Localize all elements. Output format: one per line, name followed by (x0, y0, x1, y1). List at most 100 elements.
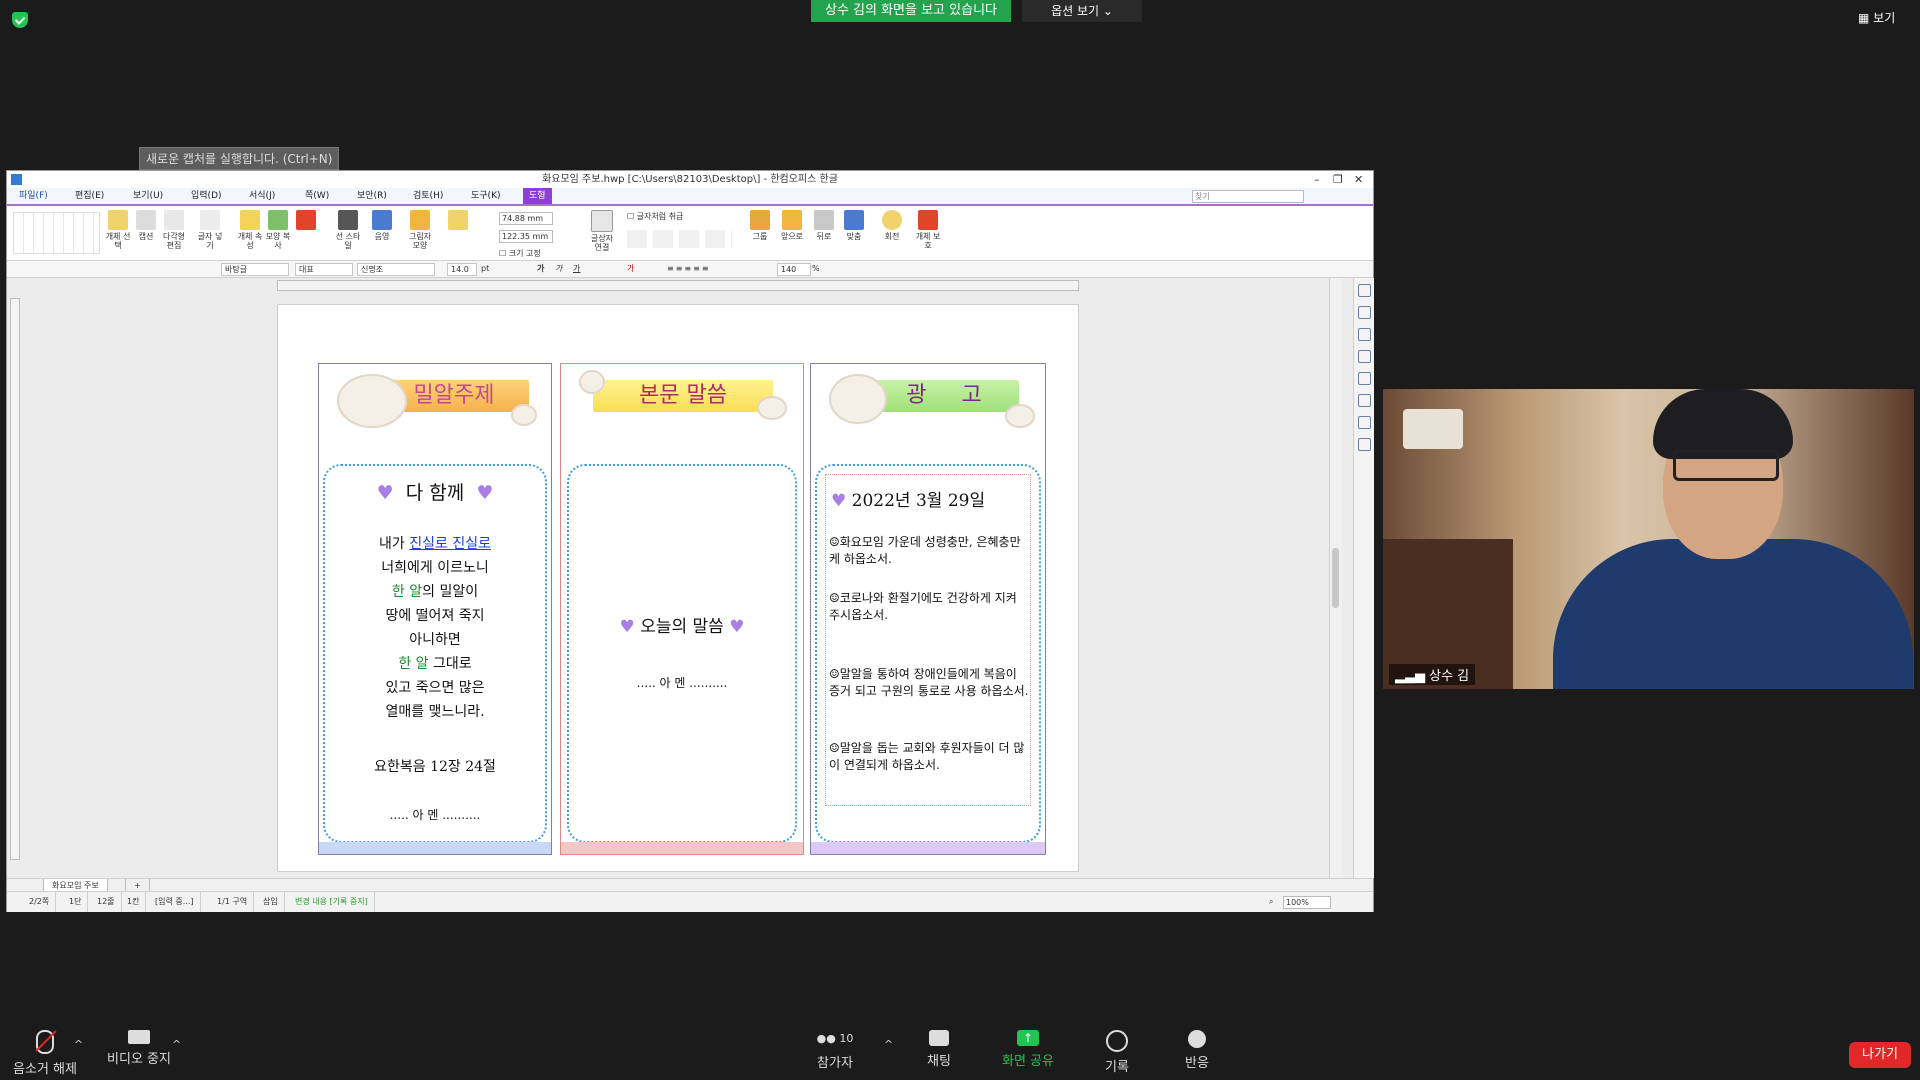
video-options-caret[interactable]: ^ (172, 1038, 181, 1051)
align-buttons[interactable]: ≡≡≡≡≡ (667, 261, 711, 277)
width-input[interactable]: 74.88 mm (499, 212, 553, 225)
participants-button[interactable]: ●● 10 참가자 (790, 1030, 880, 1071)
list-icon[interactable] (1358, 306, 1371, 319)
group-button[interactable]: 그룹 (745, 210, 775, 241)
panel-icon[interactable] (1358, 284, 1371, 297)
participant-count: 10 (839, 1032, 854, 1045)
menu-edit[interactable]: 편집(E) (75, 188, 104, 204)
zoom-level-select[interactable]: 100% (1283, 896, 1331, 909)
polygon-edit-button[interactable]: 다각형 편집 (159, 210, 189, 250)
menu-file[interactable]: 파일(F) (19, 188, 48, 204)
scroll-thumb[interactable] (1332, 548, 1339, 608)
video-camera-icon (128, 1030, 150, 1044)
record-button[interactable]: 기록 (1072, 1030, 1162, 1075)
amen-middle: ..... 아 멘 .......... (636, 676, 728, 690)
play-icon[interactable] (1358, 394, 1371, 407)
fix-size-checkbox[interactable]: ☐ 크기 고정 (499, 248, 541, 259)
shadow-button[interactable]: 음영 (367, 210, 397, 241)
bring-front-button[interactable]: 앞으로 (777, 210, 807, 241)
book-icon[interactable] (1358, 438, 1371, 451)
arrange-button[interactable] (443, 210, 473, 232)
protect-object-button[interactable]: 개체 보호 (913, 210, 943, 250)
document-tab-bar: 화요모임 주보 + (7, 878, 1373, 893)
horizontal-ruler[interactable] (277, 280, 1079, 291)
leave-button[interactable]: 나가기 (1849, 1042, 1911, 1068)
menu-format[interactable]: 서식(J) (249, 188, 275, 204)
italic-button[interactable]: 가 (555, 261, 562, 277)
search-input[interactable]: 찾기 (1192, 190, 1304, 203)
hwp-app-icon (11, 174, 22, 185)
style-select[interactable]: 바탕글 (221, 263, 289, 276)
font-select[interactable]: 신명조 (357, 263, 435, 276)
document-page[interactable]: 밀알주제 ♥ 다 함께 ♥ 내가 진실로 진실로 너희에게 이르노니 한 알의 밀알… (277, 304, 1079, 872)
chat-button[interactable]: 채팅 (894, 1030, 984, 1069)
reactions-button[interactable]: 반응 (1152, 1030, 1242, 1071)
wrap-options[interactable] (627, 230, 732, 248)
status-section: 1/1 구역 (211, 892, 255, 912)
status-track-changes[interactable]: 변경 내용 [기록 중지] (289, 892, 375, 912)
underline-button[interactable]: 가 (573, 261, 580, 277)
caption-button[interactable]: 캡션 (131, 210, 161, 241)
shape-gallery[interactable] (13, 212, 100, 254)
participants-icon: ●● 10 (816, 1032, 854, 1045)
font-size-input[interactable]: 14.0 (447, 263, 477, 276)
status-char: 1칸 (121, 892, 147, 912)
brush-icon (268, 210, 288, 230)
text-color-button[interactable]: 가 (627, 261, 634, 277)
font-icon[interactable] (1358, 416, 1371, 429)
security-shield-icon[interactable] (12, 12, 28, 28)
menu-page[interactable]: 쪽(W) (305, 188, 329, 204)
highlighted-word: 한 알 (391, 584, 423, 600)
fill-color-button[interactable] (291, 210, 321, 232)
align-button[interactable]: 맞춤 (839, 210, 869, 241)
link-icon (591, 210, 613, 232)
mute-options-caret[interactable]: ^ (74, 1038, 83, 1051)
select-object-button[interactable]: 개체 선택 (103, 210, 133, 250)
treat-as-char-checkbox[interactable]: ☐ 글자처럼 취급 (627, 211, 683, 222)
menu-review[interactable]: 검토(H) (413, 188, 443, 204)
menu-shape[interactable]: 도형 (523, 188, 552, 204)
share-screen-button[interactable]: ↑ 화면 공유 (983, 1030, 1073, 1069)
amen-left: ..... 아 멘 .......... (389, 808, 481, 822)
clipboard-icon[interactable] (1358, 372, 1371, 385)
participants-caret[interactable]: ^ (884, 1038, 893, 1051)
picture-shape-button[interactable]: 그림자 모양 (405, 210, 435, 250)
height-input[interactable]: 122.35 mm (499, 230, 553, 243)
vertical-scrollbar[interactable] (1329, 278, 1342, 878)
menu-insert[interactable]: 입력(D) (191, 188, 222, 204)
vertical-ruler[interactable] (10, 298, 20, 860)
line-spacing-unit: % (812, 264, 820, 273)
view-button[interactable]: ▦ 보기 (1858, 8, 1912, 28)
restore-button[interactable]: ❐ (1333, 171, 1343, 188)
bold-button[interactable]: 가 (537, 261, 544, 277)
cloud-icon (579, 370, 605, 394)
close-button[interactable]: ✕ (1354, 171, 1363, 188)
rotate-icon (882, 210, 902, 230)
highlighted-word: 한 알 (398, 656, 429, 672)
object-properties-button[interactable]: 개체 속성 (235, 210, 265, 250)
wrap-icon (200, 210, 220, 230)
textbox-link-button[interactable]: 글상자 연결 (587, 210, 617, 252)
video-button[interactable]: 비디오 중지 (94, 1030, 184, 1067)
check-props-icon (240, 210, 260, 230)
menu-tools[interactable]: 도구(K) (471, 188, 501, 204)
language-select[interactable]: 대표 (295, 263, 353, 276)
text-box-middle[interactable] (567, 464, 797, 843)
rotate-button[interactable]: 회전 (877, 210, 907, 241)
line-style-button[interactable]: 선 스타일 (333, 210, 363, 250)
menu-security[interactable]: 보안(R) (357, 188, 387, 204)
send-back-button[interactable]: 뒤로 (809, 210, 839, 241)
page-icon[interactable] (1358, 350, 1371, 363)
zoom-magnifier-icon[interactable]: ⌕ (1269, 892, 1273, 912)
sheep-icon (829, 374, 887, 424)
text-wrap-button[interactable]: 글자 넣기 (195, 210, 225, 250)
shape-ribbon: 개체 선택 캡션 다각형 편집 글자 넣기 개체 속성 모양 복사 선 스타일 … (7, 206, 1373, 261)
shape-copy-button[interactable]: 모양 복사 (263, 210, 293, 250)
minimize-button[interactable]: – (1314, 171, 1320, 188)
back-icon (814, 210, 834, 230)
view-options-dropdown[interactable]: 옵션 보기 ⌄ (1022, 0, 1142, 22)
webcam-video[interactable]: ▂▃▅ 상수 김 (1383, 389, 1914, 689)
line-spacing-input[interactable]: 140 (777, 263, 811, 276)
menu-view[interactable]: 보기(U) (133, 188, 163, 204)
bolt-icon[interactable] (1358, 328, 1371, 341)
